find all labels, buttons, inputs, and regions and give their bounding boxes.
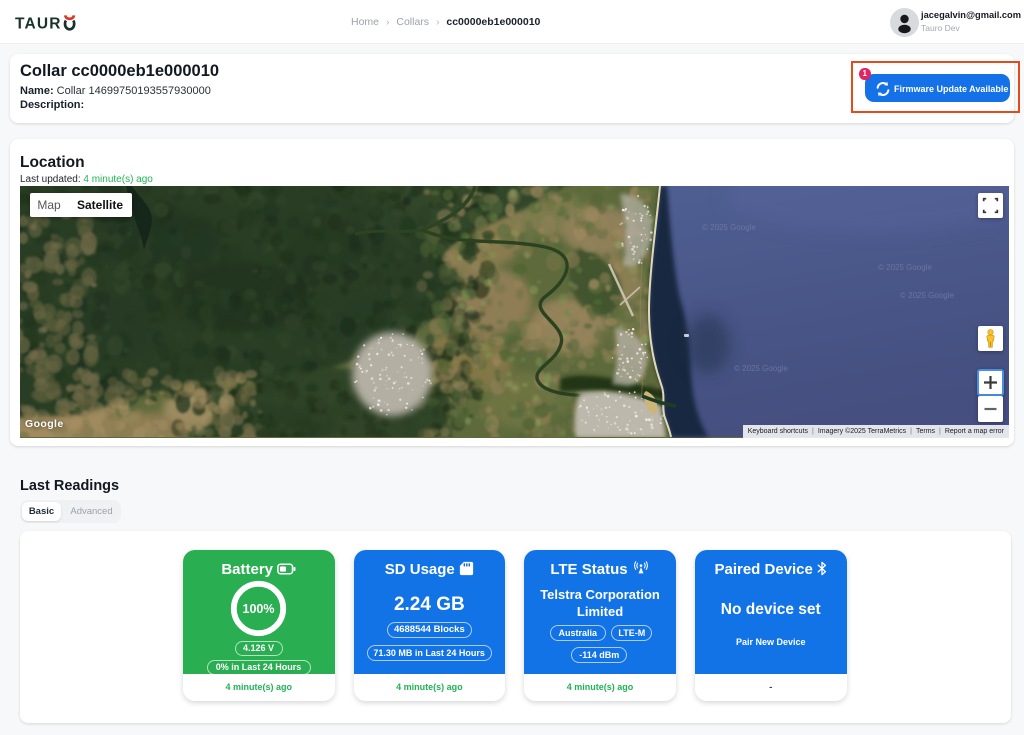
svg-text:© 2025 Google: © 2025 Google xyxy=(900,291,954,300)
svg-text:© 2025 Google: © 2025 Google xyxy=(702,223,756,232)
svg-text:© 2025 Google: © 2025 Google xyxy=(734,364,788,373)
svg-text:100%: 100% xyxy=(243,602,275,616)
svg-text:© 2025 Google: © 2025 Google xyxy=(878,263,932,272)
